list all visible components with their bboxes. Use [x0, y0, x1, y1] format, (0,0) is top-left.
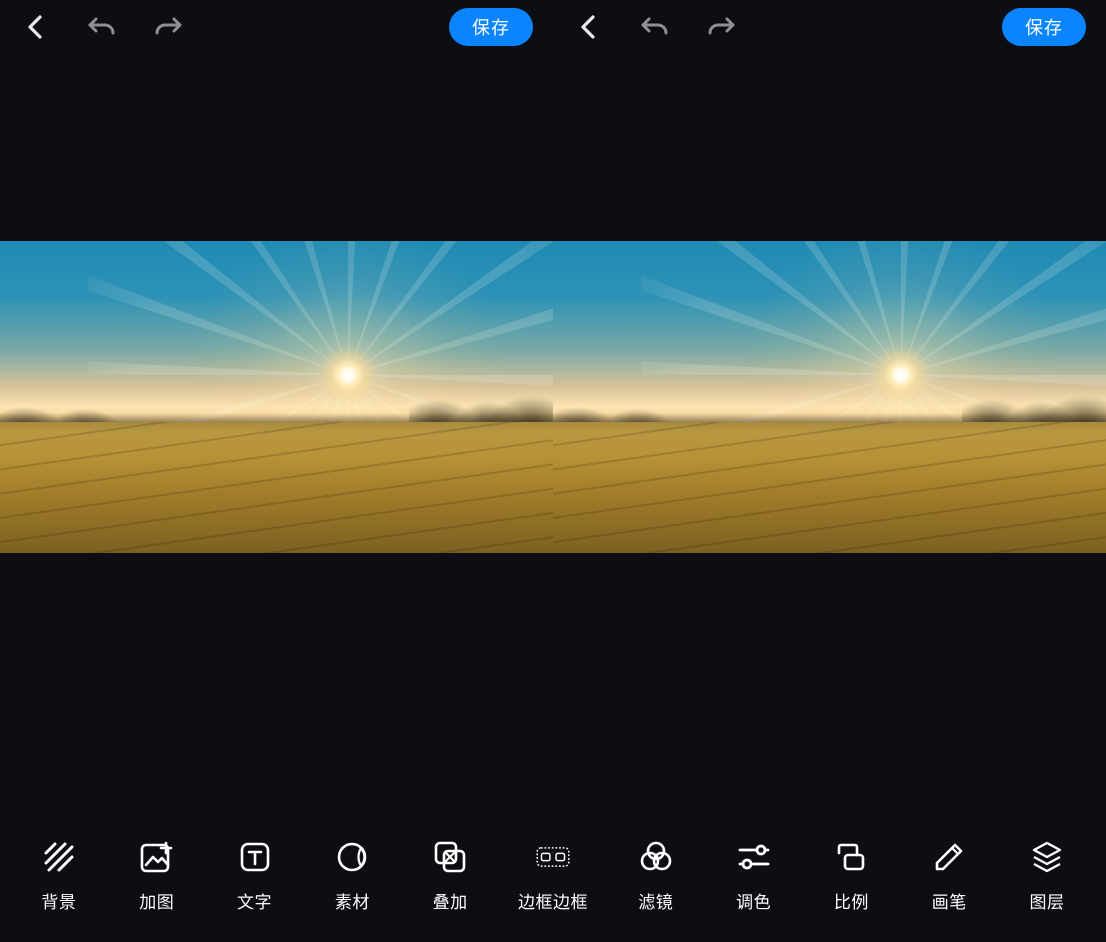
editor-pane-right: 保存 — [553, 0, 1106, 942]
top-bar-left-group — [573, 11, 737, 43]
tool-label: 图层 — [1030, 888, 1065, 913]
tool-label: 背景 — [41, 888, 76, 913]
tool-label: 加图 — [139, 888, 174, 913]
top-bar: 保存 — [553, 0, 1106, 54]
image-sun — [318, 345, 378, 405]
redo-icon — [706, 15, 736, 39]
hatch-icon — [42, 840, 76, 874]
edited-image[interactable] — [0, 241, 553, 553]
undo-button[interactable] — [639, 11, 671, 43]
overlay-icon — [433, 840, 467, 874]
tool-border[interactable]: 边框边框 — [518, 840, 588, 913]
layers-icon — [1030, 840, 1064, 874]
tool-label: 滤镜 — [638, 888, 673, 913]
text-box-icon — [238, 840, 272, 874]
tool-label: 文字 — [237, 888, 272, 913]
tool-label: 叠加 — [433, 888, 468, 913]
tool-brush[interactable]: 画笔 — [919, 840, 979, 913]
edited-image[interactable] — [553, 241, 1106, 553]
tool-background[interactable]: 背景 — [29, 840, 89, 913]
chevron-left-icon — [578, 14, 600, 40]
tool-add-image[interactable]: 加图 — [127, 840, 187, 913]
tool-ratio[interactable]: 比例 — [821, 840, 881, 913]
filter-overlap-icon — [639, 840, 673, 874]
image-sun — [871, 345, 931, 405]
tool-label: 调色 — [736, 888, 771, 913]
undo-icon — [87, 15, 117, 39]
undo-icon — [640, 15, 670, 39]
aspect-ratio-icon — [834, 840, 868, 874]
tool-adjust[interactable]: 调色 — [724, 840, 784, 913]
save-button[interactable]: 保存 — [1002, 8, 1086, 46]
border-dashed-icon — [536, 840, 570, 874]
tool-sticker[interactable]: 素材 — [322, 840, 382, 913]
tool-text[interactable]: 文字 — [225, 840, 285, 913]
tool-label: 边框边框 — [518, 888, 588, 913]
image-field-lines — [553, 422, 1106, 553]
back-button[interactable] — [573, 11, 605, 43]
tool-label: 比例 — [834, 888, 869, 913]
canvas-area[interactable] — [0, 54, 553, 942]
redo-button[interactable] — [705, 11, 737, 43]
tool-label: 画笔 — [932, 888, 967, 913]
save-button[interactable]: 保存 — [449, 8, 533, 46]
top-bar: 保存 — [0, 0, 553, 54]
undo-button[interactable] — [86, 11, 118, 43]
bottom-toolbar: 背景 加图 文字 素材 — [0, 822, 1106, 942]
tool-filter[interactable]: 滤镜 — [626, 840, 686, 913]
tool-layers[interactable]: 图层 — [1017, 840, 1077, 913]
tool-overlay[interactable]: 叠加 — [420, 840, 480, 913]
redo-icon — [153, 15, 183, 39]
pencil-icon — [932, 840, 966, 874]
leaf-sticker-icon — [335, 840, 369, 874]
image-field-lines — [0, 422, 553, 553]
editor-pane-left: 保存 — [0, 0, 553, 942]
canvas-area[interactable] — [553, 54, 1106, 942]
chevron-left-icon — [25, 14, 47, 40]
top-bar-left-group — [20, 11, 184, 43]
sliders-icon — [737, 840, 771, 874]
tool-label: 素材 — [335, 888, 370, 913]
image-plus-icon — [140, 840, 174, 874]
back-button[interactable] — [20, 11, 52, 43]
redo-button[interactable] — [152, 11, 184, 43]
